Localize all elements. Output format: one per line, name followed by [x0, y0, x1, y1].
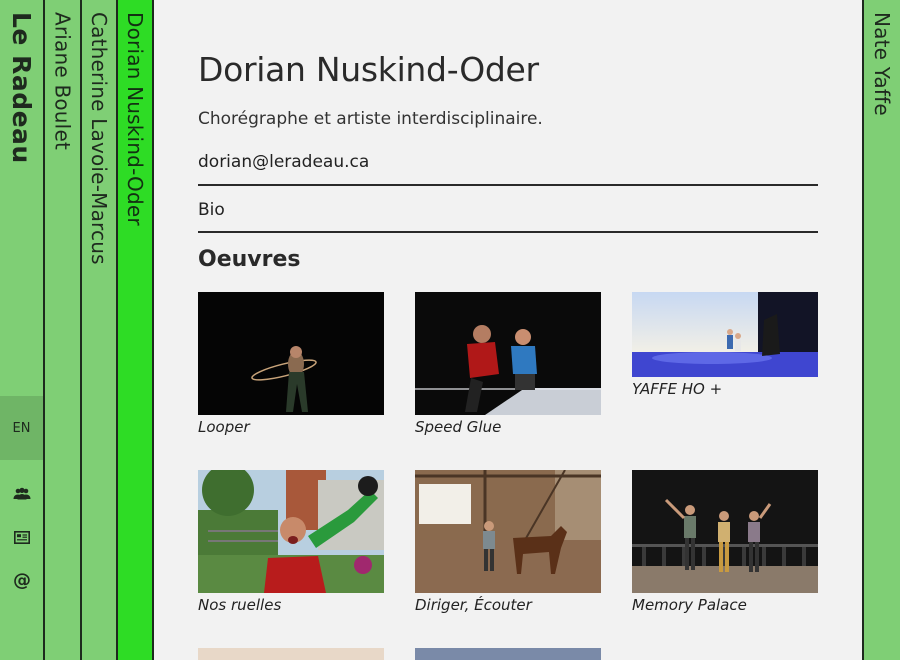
work-title: Memory Palace — [632, 596, 747, 614]
divider — [198, 231, 818, 233]
language-toggle[interactable]: EN — [0, 396, 43, 460]
at-icon[interactable]: @ — [12, 570, 32, 591]
work-image[interactable] — [198, 292, 384, 415]
work-image[interactable] — [632, 292, 818, 377]
people-icon[interactable] — [12, 484, 32, 504]
work-card-diriger-ecouter[interactable]: Diriger, Écouter — [415, 470, 601, 614]
artist-strip-catherine[interactable]: Catherine Lavoie-Marcus — [82, 0, 118, 660]
work-title: YAFFE HO + — [632, 380, 723, 398]
work-title: Looper — [198, 418, 250, 436]
artist-name[interactable]: Dorian Nuskind-Oder — [123, 12, 147, 226]
artist-name[interactable]: Catherine Lavoie-Marcus — [87, 12, 111, 265]
work-card-memory-palace[interactable]: Memory Palace — [632, 470, 818, 614]
work-title: Speed Glue — [415, 418, 502, 436]
news-icon[interactable] — [12, 527, 32, 547]
bio-toggle[interactable]: Bio — [198, 200, 225, 220]
artist-name[interactable]: Ariane Boulet — [51, 12, 75, 150]
work-card-nos-ruelles[interactable]: Nos ruelles — [198, 470, 384, 614]
work-card-partial[interactable] — [198, 648, 384, 660]
artist-strip-nate[interactable]: Nate Yaffe — [862, 0, 900, 660]
work-image[interactable] — [415, 292, 601, 415]
work-image[interactable] — [198, 648, 384, 660]
page-title: Dorian Nuskind-Oder — [198, 50, 539, 89]
work-image[interactable] — [415, 470, 601, 593]
work-card-yaffe-ho[interactable]: YAFFE HO + — [632, 292, 818, 398]
work-title: Nos ruelles — [198, 596, 282, 614]
artist-strip-ariane[interactable]: Ariane Boulet — [45, 0, 82, 660]
artist-strip-dorian-active[interactable]: Dorian Nuskind-Oder — [118, 0, 154, 660]
artist-name[interactable]: Nate Yaffe — [870, 12, 894, 116]
work-card-speed-glue[interactable]: Speed Glue — [415, 292, 601, 436]
work-title: Diriger, Écouter — [415, 596, 532, 614]
work-card-looper[interactable]: Looper — [198, 292, 384, 436]
divider — [198, 184, 818, 186]
brand-logo[interactable]: Le Radeau — [7, 12, 36, 164]
work-card-partial[interactable] — [415, 648, 601, 660]
work-image[interactable] — [198, 470, 384, 593]
email-link[interactable]: dorian@leradeau.ca — [198, 152, 369, 172]
works-heading: Oeuvres — [198, 247, 301, 272]
profile-subtitle: Chorégraphe et artiste interdisciplinair… — [198, 109, 543, 129]
work-image[interactable] — [632, 470, 818, 593]
brand-strip[interactable]: Le Radeau — [0, 0, 45, 660]
work-image[interactable] — [415, 648, 601, 660]
